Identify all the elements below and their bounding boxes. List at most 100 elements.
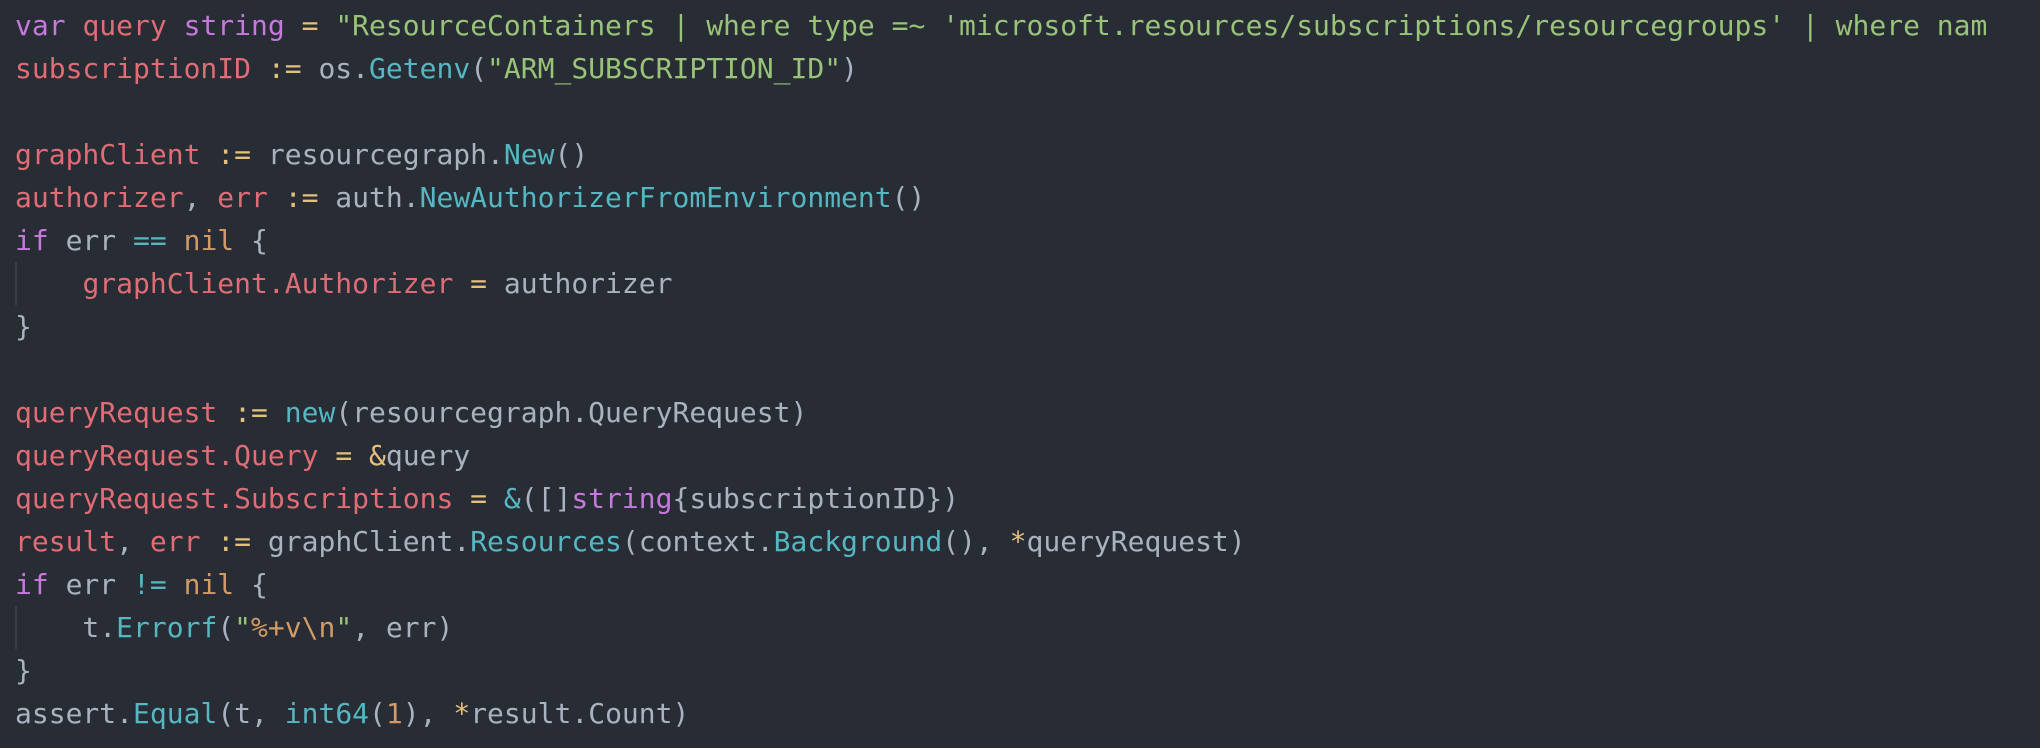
- code-token: :=: [217, 138, 252, 171]
- code-token: (): [891, 181, 926, 214]
- code-token: 1: [385, 697, 403, 730]
- code-line[interactable]: [15, 348, 1987, 391]
- code-token: err: [217, 181, 268, 214]
- code-token: query: [385, 439, 471, 472]
- code-token: (: [470, 52, 488, 85]
- code-token: ([]: [520, 482, 572, 515]
- code-token: queryRequest.: [15, 439, 235, 472]
- code-token: graphClient.: [251, 525, 471, 558]
- code-token: authorizer: [15, 181, 184, 214]
- code-token: :=: [284, 181, 319, 214]
- code-token: graphClient.: [82, 267, 285, 300]
- code-token: (): [554, 138, 589, 171]
- code-token: result: [15, 525, 117, 558]
- code-token: graphClient: [15, 138, 201, 171]
- code-line[interactable]: assert.Equal(t, int64(1), *result.Count): [15, 692, 1987, 735]
- code-token: =: [470, 267, 488, 300]
- code-line[interactable]: queryRequest.Subscriptions = &([]string{…: [15, 477, 1987, 520]
- code-token: (: [217, 611, 235, 644]
- code-editor[interactable]: var query string = "ResourceContainers |…: [0, 0, 2040, 748]
- code-token: }: [15, 654, 32, 687]
- code-token: nil: [183, 224, 235, 257]
- code-token: new: [284, 396, 336, 429]
- code-token: !=: [133, 568, 167, 601]
- code-token: Resources: [470, 525, 622, 558]
- code-token: ,: [183, 181, 218, 214]
- code-line[interactable]: result, err := graphClient.Resources(con…: [15, 520, 1987, 563]
- code-token: =: [335, 439, 353, 472]
- code-token: =: [470, 482, 488, 515]
- code-token: if: [15, 568, 49, 601]
- code-token: Subscriptions: [234, 482, 454, 515]
- code-line[interactable]: subscriptionID := os.Getenv("ARM_SUBSCRI…: [15, 47, 1987, 90]
- code-token: t.: [15, 611, 117, 644]
- code-token: assert.: [15, 697, 134, 730]
- code-token: *: [453, 697, 471, 730]
- code-line[interactable]: if err != nil {: [15, 563, 1987, 606]
- code-token: if: [15, 224, 49, 257]
- code-line[interactable]: queryRequest.Query = &query: [15, 434, 1987, 477]
- code-token: ): [841, 52, 858, 85]
- indent-guide: [15, 262, 17, 305]
- code-line[interactable]: var query string = "ResourceContainers |…: [15, 4, 1987, 47]
- code-line[interactable]: graphClient.Authorizer = authorizer: [15, 262, 1987, 305]
- code-token: query: [82, 9, 167, 42]
- code-token: }: [15, 310, 32, 343]
- code-token: (t,: [217, 697, 285, 730]
- code-token: authorizer: [487, 267, 673, 300]
- code-line[interactable]: }: [15, 649, 1987, 692]
- code-token: Getenv: [369, 52, 471, 85]
- code-line[interactable]: }: [15, 305, 1987, 348]
- code-token: "ResourceContainers | where type =~ 'mic…: [335, 9, 1988, 42]
- code-token: :=: [217, 525, 252, 558]
- code-token: err: [48, 224, 134, 257]
- code-token: "ARM_SUBSCRIPTION_ID": [487, 52, 842, 85]
- code-token: err: [48, 568, 134, 601]
- code-token: &: [369, 439, 386, 472]
- code-line[interactable]: if err == nil {: [15, 219, 1987, 262]
- code-token: :=: [267, 52, 302, 85]
- code-token: resourcegraph.: [251, 138, 504, 171]
- code-token: queryRequest.: [15, 482, 235, 515]
- code-token: :=: [234, 396, 268, 429]
- code-line[interactable]: authorizer, err := auth.NewAuthorizerFro…: [15, 176, 1987, 219]
- code-token: =: [301, 9, 319, 42]
- code-token: New: [503, 138, 555, 171]
- code-token: ": [335, 611, 353, 644]
- code-token: &: [503, 482, 521, 515]
- code-token: ": [234, 611, 252, 644]
- code-token: *: [1009, 525, 1027, 558]
- code-token: result.Count): [470, 697, 690, 730]
- code-token: subscriptionID: [15, 52, 252, 85]
- code-token: err: [149, 525, 201, 558]
- code-line[interactable]: queryRequest := new(resourcegraph.QueryR…: [15, 391, 1987, 434]
- code-line[interactable]: graphClient := resourcegraph.New(): [15, 133, 1987, 176]
- code-token: ==: [133, 224, 167, 257]
- code-token: string: [571, 482, 673, 515]
- code-line[interactable]: t.Errorf("%+v\n", err): [15, 606, 1987, 649]
- code-token: %+v\n: [251, 611, 336, 644]
- code-token: {: [234, 568, 268, 601]
- code-token: Errorf: [116, 611, 218, 644]
- code-token: ),: [402, 697, 454, 730]
- code-block[interactable]: var query string = "ResourceContainers |…: [15, 4, 1987, 735]
- code-token: auth.: [318, 181, 420, 214]
- code-line[interactable]: [15, 90, 1987, 133]
- code-token: NewAuthorizerFromEnvironment: [419, 181, 892, 214]
- code-token: nil: [183, 568, 235, 601]
- code-token: int64: [284, 697, 370, 730]
- code-token: queryRequest: [15, 396, 218, 429]
- code-token: (),: [942, 525, 1010, 558]
